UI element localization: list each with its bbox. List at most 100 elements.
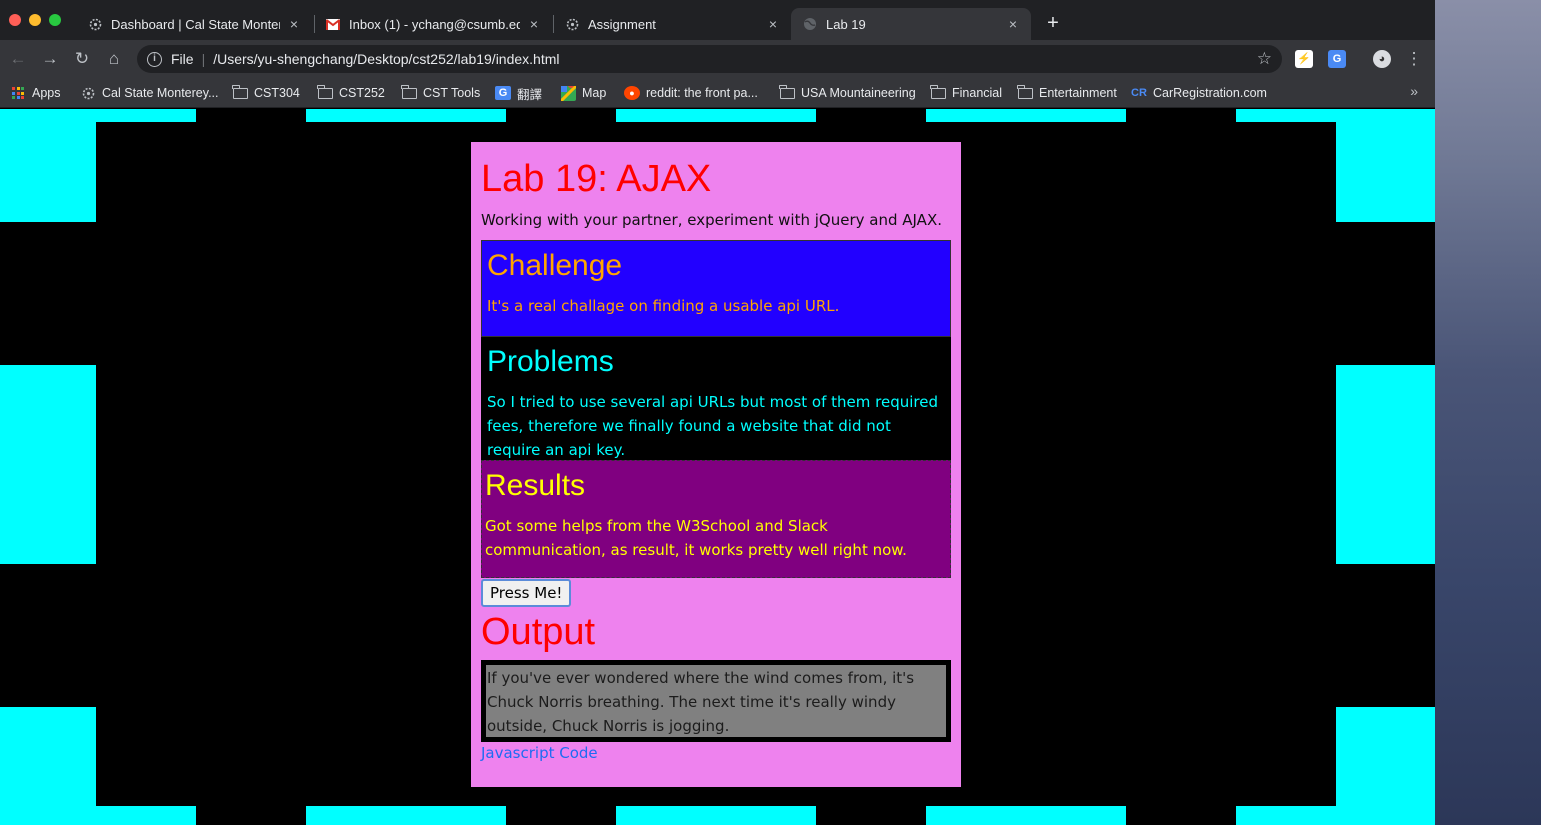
minimize-window-button[interactable] <box>29 14 41 26</box>
intro-text: Working with your partner, experiment wi… <box>481 211 942 229</box>
page-viewport: Lab 19: AJAX Working with your partner, … <box>0 109 1435 825</box>
decor-block <box>1236 109 1435 122</box>
bookmark-label: Apps <box>32 86 61 100</box>
tab-title: Dashboard | Cal State Monterey <box>111 16 280 32</box>
challenge-section: Challenge It's a real challage on findin… <box>481 240 951 337</box>
apps-grid-icon <box>10 86 26 100</box>
bookmark-usa-mountaineering[interactable]: USA Mountaineering <box>779 83 916 103</box>
results-text: Got some helps from the W3School and Sla… <box>485 517 907 559</box>
decor-block <box>0 109 196 122</box>
close-icon[interactable]: × <box>526 16 542 32</box>
output-box: If you've ever wondered where the wind c… <box>481 660 951 742</box>
google-translate-icon[interactable]: G <box>1328 50 1346 68</box>
tab-inbox[interactable]: Inbox (1) - ychang@csumb.edu - × <box>314 8 552 40</box>
gmail-icon <box>326 17 340 31</box>
bookmark-label: 翻譯 <box>517 87 543 102</box>
close-icon[interactable]: × <box>286 16 302 32</box>
close-icon[interactable]: × <box>765 16 781 32</box>
close-icon[interactable]: × <box>1005 16 1021 32</box>
bookmark-label: reddit: the front pa... <box>646 86 758 100</box>
bookmark-label: Map <box>582 86 607 100</box>
folder-icon <box>401 84 417 100</box>
bookmark-financial[interactable]: Financial <box>930 83 1002 103</box>
bookmark-label: Cal State Monterey... <box>102 86 219 100</box>
maps-icon <box>560 85 576 101</box>
bookmark-reddit[interactable]: ● reddit: the front pa... <box>624 83 758 103</box>
tab-strip: Dashboard | Cal State Monterey × Inbox (… <box>0 0 1435 40</box>
output-text: If you've ever wondered where the wind c… <box>487 669 915 735</box>
results-heading: Results <box>485 469 586 502</box>
toolbar: ← → ↻ ⌂ i File | /Users/yu-shengchang/De… <box>0 40 1435 78</box>
site-info-icon[interactable]: i <box>147 51 162 67</box>
address-bar[interactable]: i File | /Users/yu-shengchang/Desktop/cs… <box>137 45 1282 73</box>
bookmark-map[interactable]: Map <box>560 83 606 103</box>
tab-title: Inbox (1) - ychang@csumb.edu - <box>349 16 520 32</box>
reddit-icon: ● <box>624 86 640 100</box>
decor-block <box>1236 806 1435 825</box>
folder-icon <box>1017 84 1033 100</box>
tab-title: Lab 19 <box>826 16 866 32</box>
problems-text: So I tried to use several api URLs but m… <box>487 393 938 459</box>
tab-assignment[interactable]: Assignment × <box>553 8 791 40</box>
bookmark-cst252[interactable]: CST252 <box>317 83 385 103</box>
new-tab-button[interactable]: + <box>1043 13 1063 33</box>
bookmark-entertainment[interactable]: Entertainment <box>1017 83 1117 103</box>
bookmark-label: CST Tools <box>423 86 481 100</box>
url-text[interactable]: /Users/yu-shengchang/Desktop/cst252/lab1… <box>213 51 559 67</box>
page-title: Lab 19: AJAX <box>481 158 712 200</box>
bookmark-star-icon[interactable]: ☆ <box>1257 49 1272 69</box>
bookmark-cst-tools[interactable]: CST Tools <box>401 83 480 103</box>
decor-block <box>926 109 1126 122</box>
canvas-icon <box>88 17 102 31</box>
output-heading: Output <box>481 611 596 653</box>
translate-icon: G <box>495 86 511 100</box>
canvas-icon <box>565 17 579 31</box>
bookmark-label: CST304 <box>254 86 300 100</box>
reload-icon[interactable]: ↻ <box>72 49 92 69</box>
canvas-icon <box>80 86 96 100</box>
folder-icon <box>317 84 333 100</box>
challenge-text: It's a real challage on finding a usable… <box>487 297 840 315</box>
decor-block <box>306 109 506 122</box>
bookmark-label: USA Mountaineering <box>801 86 916 100</box>
javascript-code-link[interactable]: Javascript Code <box>481 744 598 762</box>
bookmark-cst304[interactable]: CST304 <box>232 83 300 103</box>
desktop-wallpaper <box>1435 0 1541 825</box>
bookmark-label: Financial <box>952 86 1003 100</box>
bookmark-csumb[interactable]: Cal State Monterey... <box>80 83 219 103</box>
folder-icon <box>930 84 946 100</box>
decor-block <box>616 806 816 825</box>
decor-block <box>1336 365 1435 564</box>
decor-block <box>926 806 1126 825</box>
menu-kebab-icon[interactable]: ⋮ <box>1404 49 1424 69</box>
decor-block <box>306 806 506 825</box>
decor-block <box>1336 122 1435 222</box>
press-me-button[interactable]: Press Me! <box>481 579 572 607</box>
home-icon[interactable]: ⌂ <box>104 49 124 69</box>
decor-block <box>0 365 96 564</box>
bookmark-label: CST252 <box>339 86 385 100</box>
tab-dashboard[interactable]: Dashboard | Cal State Monterey × <box>76 8 312 40</box>
decor-block <box>616 109 816 122</box>
bookmark-label: Entertainment <box>1039 86 1117 100</box>
folder-icon <box>779 84 795 100</box>
extension-icon[interactable]: ⚡ <box>1295 50 1313 68</box>
bookmark-apps[interactable]: Apps <box>10 83 61 103</box>
bookmarks-bar: Apps Cal State Monterey... CST304 CST252… <box>0 78 1435 108</box>
bookmark-carregistration[interactable]: CR CarRegistration.com <box>1131 83 1267 103</box>
bookmarks-overflow-button[interactable]: » <box>1410 83 1418 99</box>
url-separator: | <box>201 51 206 67</box>
decor-block <box>0 806 196 825</box>
challenge-heading: Challenge <box>487 249 623 282</box>
close-window-button[interactable] <box>9 14 21 26</box>
forward-icon[interactable]: → <box>40 49 60 69</box>
decor-block <box>0 122 96 222</box>
bookmark-translate[interactable]: G 翻譯 <box>495 83 542 103</box>
folder-icon <box>232 84 248 100</box>
maximize-window-button[interactable] <box>49 14 61 26</box>
tab-title: Assignment <box>588 16 656 32</box>
tab-lab19[interactable]: Lab 19 × <box>791 8 1031 40</box>
profile-avatar[interactable]: ◕ <box>1373 50 1391 68</box>
cr-icon: CR <box>1131 87 1147 99</box>
back-icon[interactable]: ← <box>8 49 28 69</box>
